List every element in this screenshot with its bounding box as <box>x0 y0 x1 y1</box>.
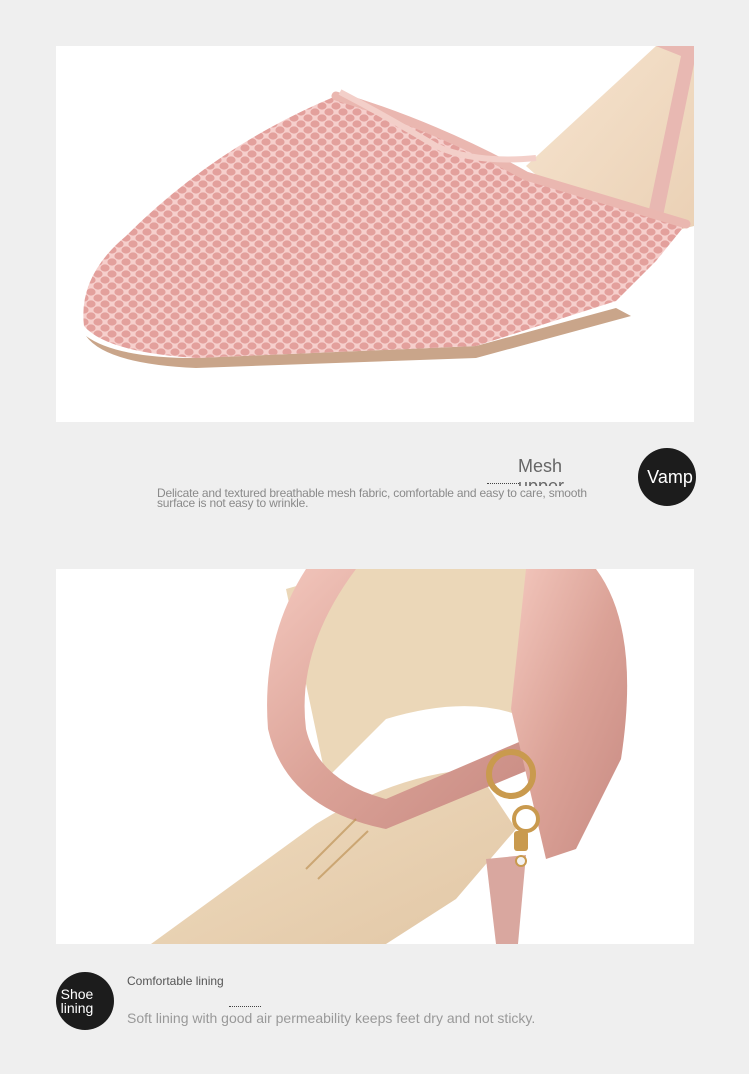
lining-badge-line2: lining <box>60 1000 94 1016</box>
mesh-title-line2: upper <box>518 476 565 486</box>
mesh-upper-photo <box>56 46 694 422</box>
comfortable-lining-title: Comfortable lining <box>127 974 224 988</box>
mesh-upper-description: Delicate and textured breathable mesh fa… <box>157 486 587 510</box>
divider-dots <box>487 483 519 484</box>
vamp-badge-label: Vamp <box>647 466 693 487</box>
lining-photo <box>56 569 694 944</box>
divider-dots <box>229 1006 261 1007</box>
mesh-title-line1: Mesh <box>518 456 563 476</box>
mesh-upper-title: Mesh upper <box>518 456 564 486</box>
vamp-badge: Vamp <box>638 448 696 506</box>
lining-description: Soft lining with good air permeability k… <box>127 1010 536 1026</box>
shoe-lining-badge: Shoe lining <box>56 972 114 1030</box>
